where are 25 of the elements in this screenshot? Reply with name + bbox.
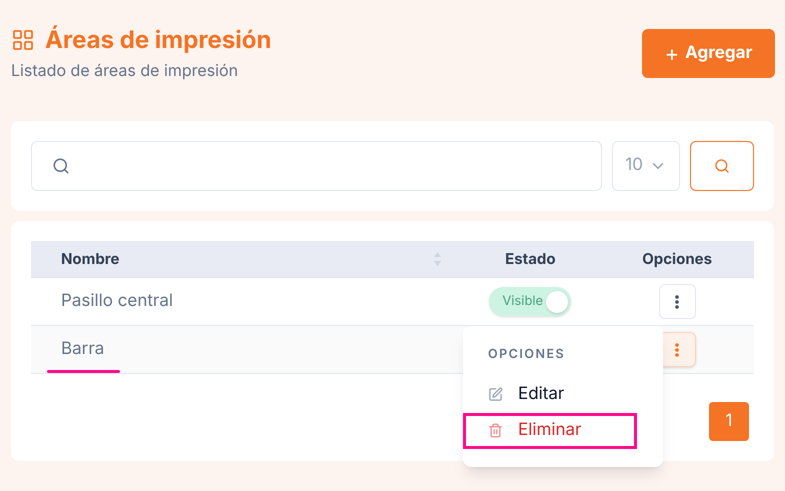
more-icon [675, 342, 680, 356]
page-title: Áreas de impresión [45, 25, 272, 55]
options-button[interactable] [658, 284, 696, 319]
trash-icon [488, 423, 503, 438]
search-field[interactable] [31, 141, 602, 191]
menu-heading: OPCIONES [487, 346, 566, 364]
column-header: Opciones [642, 248, 712, 268]
grid-icon [11, 28, 35, 52]
search-icon [52, 157, 70, 175]
menu-item[interactable]: Editar [463, 376, 637, 413]
page-button[interactable]: 1 [709, 402, 749, 441]
column-header: Estado [505, 248, 556, 268]
sort-icon[interactable] [433, 251, 442, 267]
column-header[interactable]: Nombre [61, 248, 120, 270]
row-name: Pasillo central [61, 290, 173, 314]
search-button[interactable] [690, 141, 754, 191]
visibility-toggle[interactable]: Visible [489, 287, 572, 316]
page-subtitle: Listado de áreas de impresión [11, 59, 240, 82]
search-icon [714, 158, 730, 174]
add-button[interactable]: + Agregar [642, 29, 775, 78]
more-icon [675, 294, 680, 308]
page-size-select[interactable]: 10 [612, 141, 680, 191]
row-name: Barra [61, 337, 104, 363]
menu-item[interactable]: Eliminar [463, 412, 637, 449]
edit-icon [488, 387, 503, 402]
